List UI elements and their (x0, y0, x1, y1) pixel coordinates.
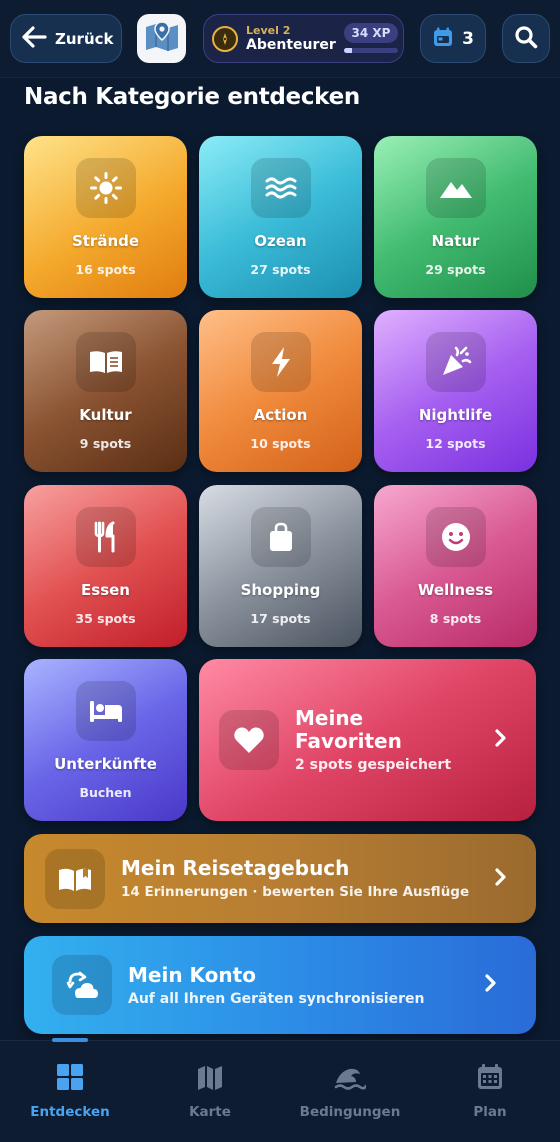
chevron-right-icon (494, 728, 508, 752)
account-subtitle: Auf all Ihren Geräten synchronisieren (128, 990, 425, 1007)
category-count: 17 spots (250, 611, 311, 626)
compass-icon (212, 25, 238, 52)
calendar-icon (476, 1063, 504, 1095)
wave-icon (334, 1063, 368, 1095)
category-nightlife[interactable]: Nightlife 12 spots (374, 310, 537, 472)
category-name: Nightlife (418, 406, 493, 424)
top-bar: Zurück Level 2 Abenteurer 34 XP 3 (0, 0, 560, 78)
journal-subtitle: 14 Erinnerungen · bewerten Sie Ihre Ausf… (121, 884, 470, 900)
shopping-bag-icon (250, 507, 311, 567)
category-name: Essen (81, 581, 130, 599)
tab-label: Entdecken (30, 1104, 110, 1120)
category-wellness[interactable]: Wellness 8 spots (374, 485, 537, 647)
tab-conditions[interactable]: Bedingungen (280, 1063, 420, 1120)
category-count: 12 spots (425, 436, 486, 451)
category-nature[interactable]: Natur 29 spots (374, 136, 537, 298)
map-icon (196, 1063, 224, 1095)
category-count: 35 spots (75, 611, 136, 626)
active-tab-indicator (52, 1038, 88, 1042)
journal-title: Mein Reisetagebuch (121, 856, 350, 880)
category-name: Shopping (240, 581, 321, 599)
xp-badge: 34 XP (344, 23, 398, 43)
category-count: 8 spots (429, 611, 482, 626)
grid-icon (56, 1063, 84, 1095)
category-shopping[interactable]: Shopping 17 spots (199, 485, 362, 647)
xp-progress-bar (344, 48, 398, 53)
book-icon (75, 332, 136, 392)
category-count: 27 spots (250, 262, 311, 277)
category-action[interactable]: Action 10 spots (199, 310, 362, 472)
heart-icon (219, 710, 279, 770)
party-popper-icon (425, 332, 486, 392)
category-count: 16 spots (75, 262, 136, 277)
waves-icon (250, 158, 311, 218)
bed-icon (75, 681, 136, 741)
smile-icon (425, 507, 486, 567)
favorites-title: Meine Favoriten (295, 706, 402, 753)
category-name: Kultur (79, 406, 132, 424)
arrow-left-icon (21, 25, 47, 52)
journal-card[interactable]: Mein Reisetagebuch 14 Erinnerungen · bew… (24, 834, 536, 923)
search-button[interactable] (502, 14, 550, 63)
favorites-subtitle: 2 spots gespeichert (295, 757, 452, 773)
back-label: Zurück (55, 29, 114, 48)
tab-map[interactable]: Karte (140, 1063, 280, 1120)
category-name: Natur (431, 232, 480, 250)
bolt-icon (250, 332, 311, 392)
bottom-navigation: Entdecken Karte Bedingungen Plan (0, 1038, 560, 1142)
cloud-sync-icon (52, 955, 112, 1015)
tab-label: Bedingungen (299, 1104, 401, 1120)
tab-label: Plan (473, 1104, 507, 1120)
tab-label: Karte (189, 1104, 231, 1120)
calendar-icon (432, 26, 454, 52)
back-button[interactable]: Zurück (10, 14, 122, 63)
category-culture[interactable]: Kultur 9 spots (24, 310, 187, 472)
level-number: Level 2 (246, 24, 291, 37)
chevron-right-icon (484, 973, 498, 997)
category-stays[interactable]: Unterkünfte Buchen (24, 659, 187, 821)
plan-count: 3 (462, 28, 474, 49)
category-name: Ozean (254, 232, 307, 250)
utensils-icon (75, 507, 136, 567)
chevron-right-icon (494, 867, 508, 891)
category-count: 10 spots (250, 436, 311, 451)
category-food[interactable]: Essen 35 spots (24, 485, 187, 647)
plan-count-button[interactable]: 3 (420, 14, 486, 63)
map-logo-icon (143, 18, 181, 60)
category-ocean[interactable]: Ozean 27 spots (199, 136, 362, 298)
favorites-card[interactable]: Meine Favoriten 2 spots gespeichert (199, 659, 536, 821)
sun-icon (75, 158, 136, 218)
search-icon (514, 25, 538, 53)
account-title: Mein Konto (128, 962, 256, 987)
category-count: 29 spots (425, 262, 486, 277)
section-title: Nach Kategorie entdecken (24, 84, 360, 110)
category-name: Strände (71, 232, 140, 250)
category-name: Action (253, 406, 308, 424)
open-book-icon (45, 848, 105, 909)
tab-plan[interactable]: Plan (420, 1063, 560, 1120)
level-badge[interactable]: Level 2 Abenteurer 34 XP (203, 14, 404, 63)
app-logo[interactable] (137, 14, 186, 63)
category-count: Buchen (79, 785, 132, 800)
category-beaches[interactable]: Strände 16 spots (24, 136, 187, 298)
category-name: Unterkünfte (54, 755, 157, 773)
category-name: Wellness (417, 581, 494, 599)
account-card[interactable]: Mein Konto Auf all Ihren Geräten synchro… (24, 936, 536, 1034)
category-count: 9 spots (79, 436, 132, 451)
mountain-icon (425, 158, 486, 218)
tab-discover[interactable]: Entdecken (0, 1063, 140, 1120)
level-title: Abenteurer (246, 37, 336, 53)
